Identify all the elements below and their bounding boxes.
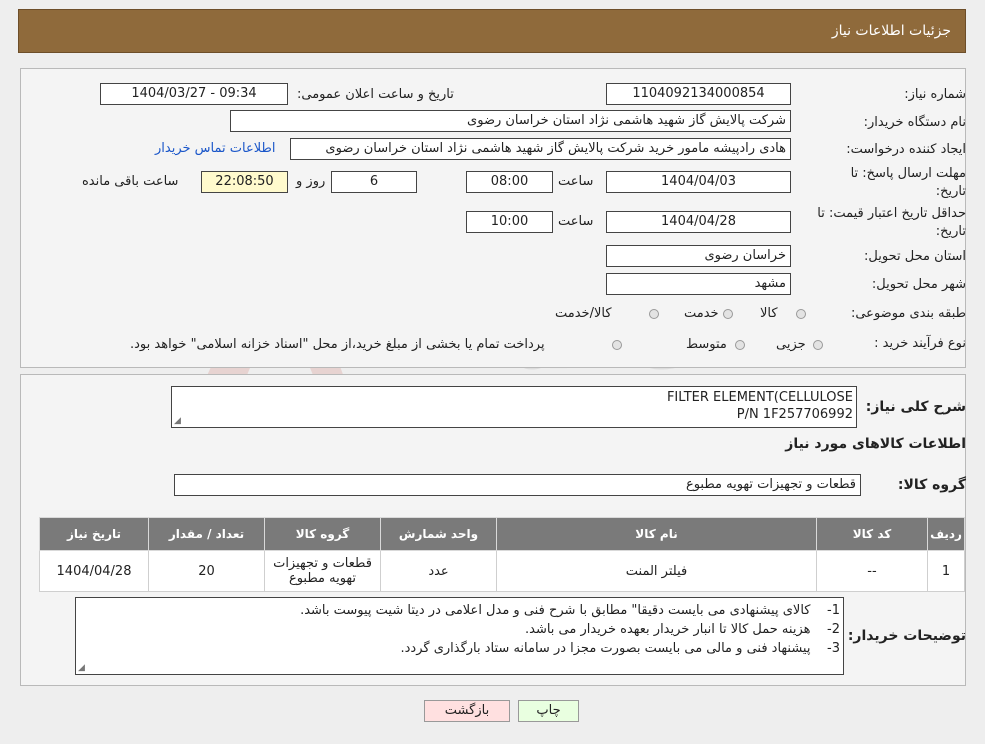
description-textarea[interactable]: FILTER ELEMENT(CELLULOSE P/N 1F257706992… (171, 386, 857, 428)
validity-label-date: تاریخ: (935, 224, 966, 239)
category-radio-service[interactable] (723, 309, 733, 319)
deadline-label-date: تاریخ: (935, 184, 966, 199)
treasury-payment-checkbox[interactable] (612, 340, 622, 350)
note-item: 2- هزینه حمل کالا تا انبار خریدار بعهده … (524, 622, 840, 637)
cell-group: قطعات و تجهیزات تهویه مطبوع (264, 550, 381, 592)
notes-label: توضیحات خریدار: (847, 628, 966, 644)
buyer-field: شرکت پالایش گاز شهید هاشمی نژاد استان خر… (230, 110, 791, 132)
table-header-row: ردیف کد کالا نام کالا واحد شمارش گروه کا… (39, 517, 965, 551)
cell-qty: 20 (148, 550, 265, 592)
cell-code: -- (816, 550, 928, 592)
process-label: نوع فرآیند خرید : (874, 336, 966, 351)
description-line-1: FILTER ELEMENT(CELLULOSE (666, 390, 853, 405)
resize-grip-icon[interactable]: ◢ (174, 416, 181, 426)
description-line-2: P/N 1F257706992 (736, 407, 853, 422)
col-qty: تعداد / مقدار (148, 517, 265, 551)
note-item: 3- پیشنهاد فنی و مالی می بایست بصورت مجز… (400, 641, 840, 656)
col-date: تاریخ نیاز (39, 517, 149, 551)
validity-label: حداقل تاریخ اعتبار قیمت: تا (817, 206, 966, 221)
description-label: شرح کلی نیاز: (865, 399, 966, 415)
process-minor-label: جزیی (776, 337, 806, 352)
category-goods-label: کالا (760, 306, 778, 321)
city-label: شهر محل تحویل: (871, 277, 966, 292)
category-radio-goods[interactable] (796, 309, 806, 319)
deadline-label: مهلت ارسال پاسخ: تا (850, 166, 966, 181)
need-number-label: شماره نیاز: (904, 87, 966, 102)
cell-row: 1 (927, 550, 965, 592)
print-button[interactable]: چاپ (518, 700, 579, 722)
goods-group-field: قطعات و تجهیزات تهویه مطبوع (174, 474, 861, 496)
goods-table: ردیف کد کالا نام کالا واحد شمارش گروه کا… (39, 517, 965, 592)
deadline-date-field: 1404/04/03 (606, 171, 791, 193)
process-radio-medium[interactable] (735, 340, 745, 350)
province-field: خراسان رضوی (606, 245, 791, 267)
col-row: ردیف (927, 517, 965, 551)
col-unit: واحد شمارش (380, 517, 497, 551)
cell-group-line-2: تهویه مطبوع (288, 571, 357, 586)
cell-unit: عدد (380, 550, 497, 592)
goods-group-label: گروه کالا: (897, 477, 966, 493)
days-field: 6 (331, 171, 417, 193)
resize-grip-icon[interactable]: ◢ (78, 663, 85, 673)
buyer-label: نام دستگاه خریدار: (863, 115, 966, 130)
goods-section-title: اطلاعات کالاهای مورد نیاز (785, 436, 966, 452)
col-name: نام کالا (496, 517, 817, 551)
days-label: روز و (296, 174, 326, 189)
category-goods-service-label: کالا/خدمت (555, 306, 612, 321)
cell-group-line-1: قطعات و تجهیزات (273, 556, 372, 571)
announce-field: 1404/03/27 - 09:34 (100, 83, 288, 105)
page-header: جزئیات اطلاعات نیاز (18, 9, 966, 53)
city-field: مشهد (606, 273, 791, 295)
remaining-time-field: 22:08:50 (201, 171, 288, 193)
creator-label: ایجاد کننده درخواست: (846, 142, 966, 157)
back-button[interactable]: بازگشت (424, 700, 510, 722)
process-medium-label: متوسط (686, 337, 727, 352)
cell-date: 1404/04/28 (39, 550, 149, 592)
page-title: جزئیات اطلاعات نیاز (831, 23, 951, 39)
validity-date-field: 1404/04/28 (606, 211, 791, 233)
contact-buyer-link[interactable]: اطلاعات تماس خریدار (155, 141, 275, 156)
province-label: استان محل تحویل: (864, 249, 966, 264)
need-number-field: 1104092134000854 (606, 83, 791, 105)
validity-time-label: ساعت (558, 214, 594, 229)
validity-time-field: 10:00 (466, 211, 553, 233)
category-service-label: خدمت (684, 306, 719, 321)
creator-field: هادی رادپیشه مامور خرید شرکت پالایش گاز … (290, 138, 791, 160)
process-radio-minor[interactable] (813, 340, 823, 350)
table-row: 1 -- فیلتر المنت عدد قطعات و تجهیزات تهو… (39, 550, 965, 592)
category-radio-goods-service[interactable] (649, 309, 659, 319)
notes-textarea[interactable]: 1- کالای پیشنهادی می بایست دقیقا" مطابق … (75, 597, 844, 675)
cell-name: فیلتر المنت (496, 550, 817, 592)
col-group: گروه کالا (264, 517, 381, 551)
note-item: 1- کالای پیشنهادی می بایست دقیقا" مطابق … (300, 603, 840, 618)
process-note: پرداخت تمام یا بخشی از مبلغ خرید،از محل … (130, 337, 545, 352)
col-code: کد کالا (816, 517, 928, 551)
deadline-time-field: 08:00 (466, 171, 553, 193)
deadline-time-label: ساعت (558, 174, 594, 189)
remaining-label: ساعت باقی مانده (82, 174, 179, 189)
category-label: طبقه بندی موضوعی: (850, 306, 966, 321)
announce-label: تاریخ و ساعت اعلان عمومی: (297, 87, 454, 102)
